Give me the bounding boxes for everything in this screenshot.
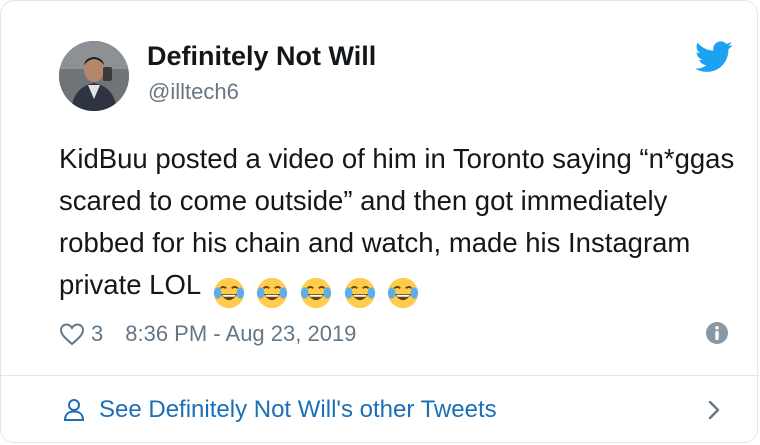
see-other-tweets-label: See Definitely Not Will's other Tweets — [99, 396, 497, 423]
tweet-text: KidBuu posted a video of him in Toronto … — [59, 138, 749, 312]
see-other-tweets-link[interactable]: See Definitely Not Will's other Tweets — [1, 376, 759, 442]
like-count[interactable]: 3 — [91, 321, 103, 347]
info-icon[interactable] — [705, 321, 729, 345]
twitter-bird-icon[interactable] — [695, 41, 733, 73]
chevron-right-icon — [708, 400, 720, 420]
author-display-name[interactable]: Definitely Not Will — [147, 41, 376, 72]
author-handle[interactable]: @illtech6 — [148, 79, 239, 105]
tears-of-joy-emoji-icon — [300, 277, 332, 308]
tears-of-joy-emoji-icon — [213, 277, 244, 308]
person-icon — [63, 399, 85, 421]
tears-of-joy-emoji-icon — [388, 277, 419, 308]
heart-icon[interactable] — [59, 322, 85, 346]
tweet-meta: 3 8:36 PM - Aug 23, 2019 — [59, 319, 356, 349]
embedded-tweet-card: Definitely Not Will @illtech6 KidBuu pos… — [0, 0, 759, 443]
profile-photo-icon — [59, 41, 129, 111]
avatar[interactable] — [59, 41, 129, 111]
emoji-group — [212, 270, 423, 312]
tweet-timestamp[interactable]: 8:36 PM - Aug 23, 2019 — [125, 321, 356, 347]
tears-of-joy-emoji-icon — [257, 277, 288, 308]
tears-of-joy-emoji-icon — [344, 277, 375, 308]
